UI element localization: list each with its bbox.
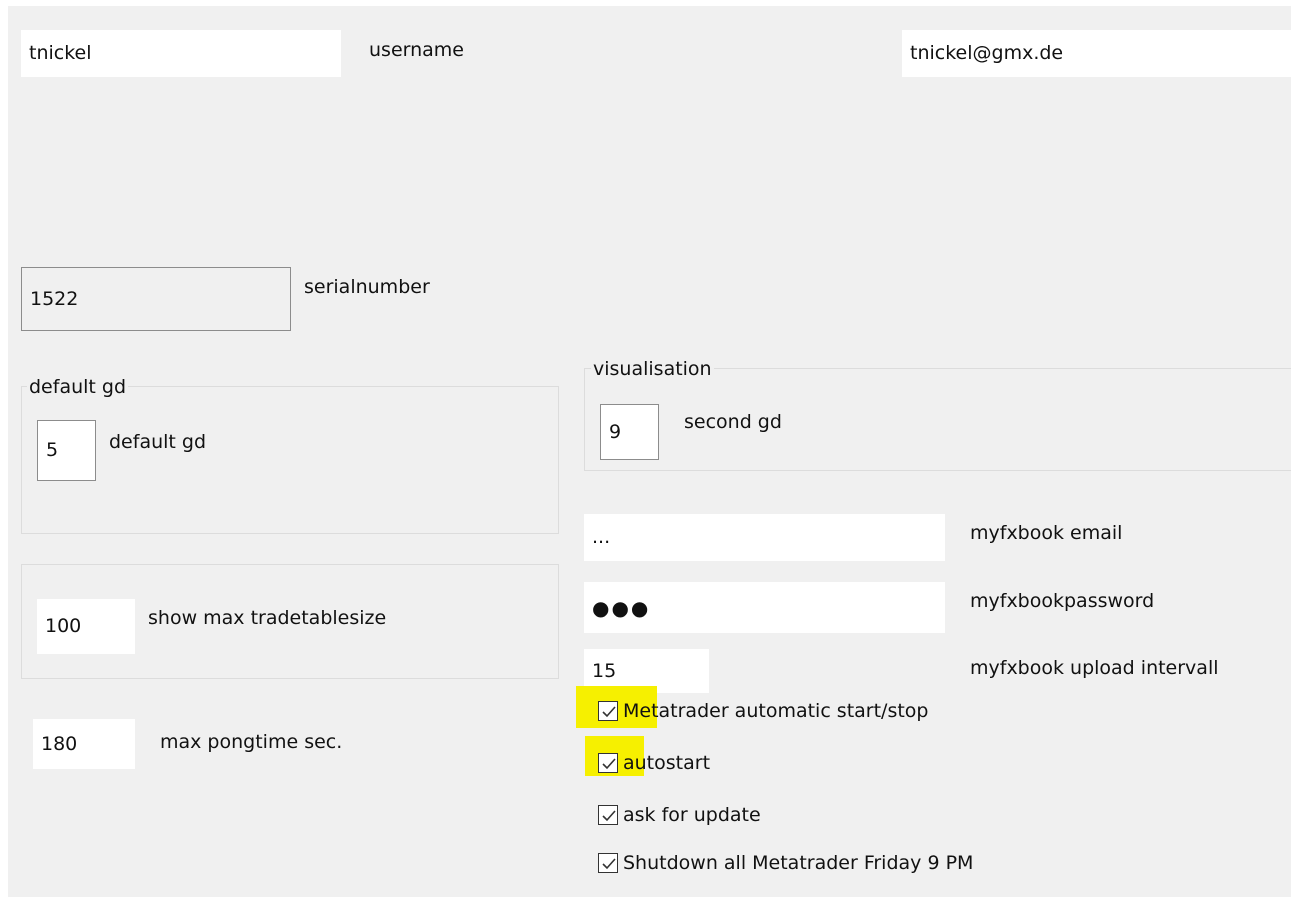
tradetable-input[interactable]: 100 (37, 599, 135, 654)
visualisation-legend: visualisation (591, 358, 714, 380)
username-input[interactable]: tnickel (21, 30, 341, 77)
second-gd-input[interactable]: 9 (600, 404, 659, 460)
tradetable-label: show max tradetablesize (148, 607, 387, 629)
second-gd-value: 9 (609, 420, 622, 443)
default-gd-group (21, 386, 559, 534)
metatrader-autostartstop-checkbox[interactable] (598, 701, 618, 721)
ask-for-update-checkbox[interactable] (598, 805, 618, 825)
myfxbook-password-dots: ●●● (592, 595, 651, 620)
myfxbook-password-input[interactable]: ●●● (584, 582, 945, 633)
myfxbook-email-input[interactable]: ... (584, 514, 945, 561)
username-label: username (369, 39, 464, 61)
checkmark-icon (602, 858, 616, 870)
tradetable-value: 100 (45, 615, 82, 637)
checkmark-icon (602, 706, 616, 718)
default-gd-input[interactable]: 5 (37, 420, 96, 481)
autostart-label: autostart (623, 751, 711, 774)
autostart-checkbox[interactable] (598, 753, 618, 773)
shutdown-friday-checkbox[interactable] (598, 853, 618, 873)
second-gd-label: second gd (684, 411, 782, 433)
myfxbook-interval-value: 15 (592, 659, 617, 682)
checkmark-icon (602, 758, 616, 770)
default-gd-value: 5 (46, 439, 59, 461)
metatrader-autostartstop-label: Metatrader automatic start/stop (623, 699, 929, 722)
serialnumber-value: 1522 (30, 287, 79, 310)
checkmark-icon (602, 810, 616, 822)
pongtime-label: max pongtime sec. (160, 731, 343, 753)
email-input[interactable]: tnickel@gmx.de (902, 30, 1291, 77)
shutdown-friday-label: Shutdown all Metatrader Friday 9 PM (623, 851, 974, 874)
email-value: tnickel@gmx.de (910, 42, 1064, 64)
pongtime-input[interactable]: 180 (33, 719, 135, 769)
metatrader-autostartstop-checkbox-row[interactable]: Metatrader automatic start/stop (598, 697, 929, 725)
settings-panel: tnickel username tnickel@gmx.de 1522 ser… (8, 6, 1291, 897)
pongtime-value: 180 (41, 732, 78, 755)
ask-for-update-checkbox-row[interactable]: ask for update (598, 801, 761, 829)
default-gd-legend: default gd (27, 376, 129, 398)
serialnumber-label: serialnumber (304, 276, 430, 298)
default-gd-label: default gd (109, 431, 207, 453)
shutdown-friday-checkbox-row[interactable]: Shutdown all Metatrader Friday 9 PM (598, 849, 973, 877)
serialnumber-field: 1522 (21, 267, 291, 331)
autostart-checkbox-row[interactable]: autostart (598, 749, 710, 777)
myfxbook-email-value: ... (592, 526, 611, 548)
ask-for-update-label: ask for update (623, 803, 761, 826)
myfxbook-password-label: myfxbookpassword (970, 590, 1155, 612)
myfxbook-email-label: myfxbook email (970, 522, 1123, 544)
myfxbook-interval-label: myfxbook upload intervall (970, 657, 1219, 679)
username-value: tnickel (29, 42, 92, 64)
